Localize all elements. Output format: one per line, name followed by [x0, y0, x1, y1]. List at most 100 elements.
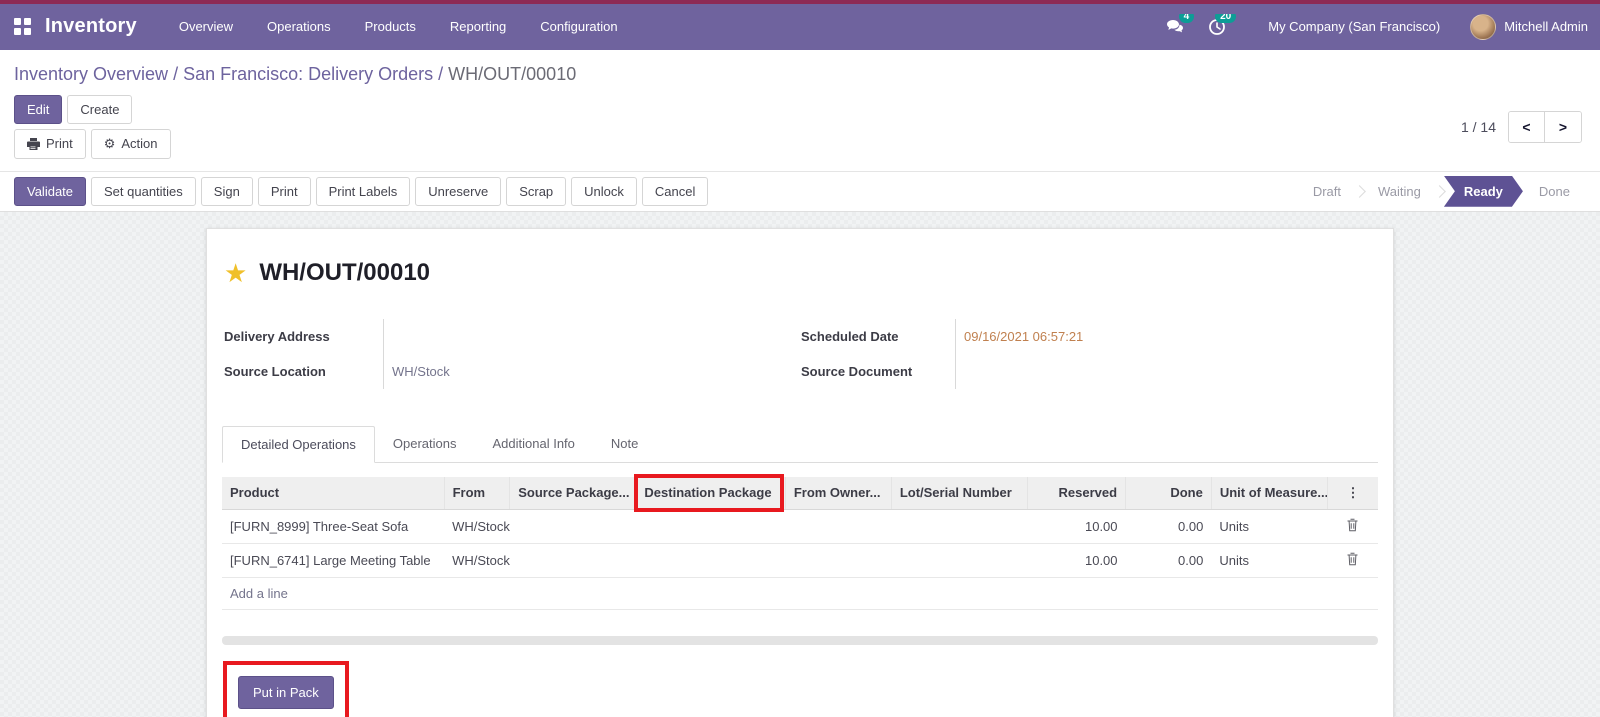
table-header-row: Product From Source Package... Destinati… [222, 473, 1378, 512]
sign-button[interactable]: Sign [200, 176, 253, 206]
stage-ready[interactable]: Ready [1444, 176, 1523, 207]
printer-icon [27, 137, 40, 150]
pager-previous-button[interactable]: < [1509, 111, 1545, 142]
tab-operations[interactable]: Operations [375, 426, 475, 463]
menu-overview[interactable]: Overview [165, 11, 247, 42]
cell-lot-serial[interactable] [891, 543, 1028, 578]
cell-done[interactable]: 0.00 [1125, 543, 1212, 578]
menu-configuration[interactable]: Configuration [526, 11, 631, 42]
activities-button[interactable]: 20 [1200, 13, 1237, 40]
tab-note[interactable]: Note [593, 426, 656, 463]
column-header-from[interactable]: From [444, 476, 511, 510]
breadcrumb-inventory-overview[interactable]: Inventory Overview [14, 64, 168, 84]
field-label-delivery-address: Delivery Address [224, 318, 384, 354]
cell-reserved[interactable]: 10.00 [1027, 543, 1126, 578]
table-row[interactable]: [FURN_6741] Large Meeting Table WH/Stock… [222, 543, 1378, 578]
control-panel: Inventory Overview / San Francisco: Delive… [0, 49, 1600, 159]
messages-button[interactable]: 4 [1158, 13, 1195, 40]
cell-product[interactable]: [FURN_8999] Three-Seat Sofa [222, 509, 445, 544]
apps-menu-icon[interactable] [14, 18, 31, 36]
menu-reporting[interactable]: Reporting [436, 11, 520, 42]
cell-lot-serial[interactable] [891, 509, 1028, 544]
statusbar: Validate Set quantities Sign Print Print… [0, 170, 1600, 212]
print-labels-button[interactable]: Print Labels [315, 176, 411, 206]
print-menu-button[interactable]: Print [14, 128, 86, 159]
trash-icon[interactable] [1346, 518, 1359, 532]
cell-uom[interactable]: Units [1211, 543, 1328, 578]
field-label-scheduled-date: Scheduled Date [801, 318, 956, 354]
cell-from[interactable]: WH/Stock [444, 543, 510, 578]
user-avatar[interactable] [1470, 13, 1497, 40]
trash-icon[interactable] [1346, 552, 1359, 566]
put-in-pack-button[interactable]: Put in Pack [238, 675, 334, 709]
menu-products[interactable]: Products [351, 11, 430, 42]
messages-badge: 4 [1178, 13, 1195, 23]
column-header-product[interactable]: Product [222, 476, 445, 510]
cell-product[interactable]: [FURN_6741] Large Meeting Table [222, 543, 445, 578]
field-value-scheduled-date[interactable]: 09/16/2021 06:57:21 [956, 329, 1083, 344]
cell-from-owner[interactable] [785, 509, 892, 544]
validate-button[interactable]: Validate [14, 176, 87, 206]
cell-source-package[interactable] [509, 509, 636, 544]
breadcrumb: Inventory Overview / San Francisco: Delive… [14, 60, 1586, 95]
add-line-row: Add a line [222, 577, 1378, 610]
chevron-right-icon: > [1558, 118, 1568, 135]
breadcrumb-delivery-orders[interactable]: San Francisco: Delivery Orders [183, 64, 433, 84]
stage-waiting[interactable]: Waiting [1368, 178, 1431, 205]
cell-destination-package[interactable] [635, 543, 786, 578]
field-label-source-document: Source Document [801, 353, 956, 389]
menu-operations[interactable]: Operations [253, 11, 345, 42]
cell-from-owner[interactable] [785, 543, 892, 578]
horizontal-scrollbar[interactable] [222, 635, 1378, 645]
activities-badge: 20 [1215, 13, 1237, 23]
print-button[interactable]: Print [257, 176, 311, 206]
notebook-tabs: Detailed Operations Operations Additiona… [222, 425, 1378, 463]
favorite-star-icon[interactable]: ★ [224, 260, 247, 286]
pager: 1 / 14 < > [1461, 110, 1586, 143]
stage-draft[interactable]: Draft [1303, 178, 1351, 205]
column-header-source-package[interactable]: Source Package... [509, 476, 637, 510]
user-menu[interactable]: Mitchell Admin [1504, 19, 1588, 34]
cell-done[interactable]: 0.00 [1125, 509, 1212, 544]
cancel-button[interactable]: Cancel [641, 176, 709, 206]
field-groups: Delivery Address Source Location WH/Stoc… [222, 313, 1378, 409]
column-header-reserved[interactable]: Reserved [1027, 476, 1127, 510]
field-label-source-location: Source Location [224, 353, 384, 389]
column-header-from-owner[interactable]: From Owner... [785, 476, 892, 510]
column-header-lot-serial[interactable]: Lot/Serial Number [891, 476, 1029, 510]
stage-done[interactable]: Done [1529, 178, 1580, 205]
cell-destination-package[interactable] [635, 509, 786, 544]
cell-reserved[interactable]: 10.00 [1027, 509, 1126, 544]
edit-button[interactable]: Edit [14, 94, 63, 124]
action-menu-button[interactable]: ⚙ Action [90, 128, 171, 159]
form-view-background: ★ WH/OUT/00010 Delivery Address Source L… [0, 211, 1600, 717]
create-button[interactable]: Create [67, 94, 133, 124]
app-menu: Overview Operations Products Reporting C… [165, 11, 632, 42]
set-quantities-button[interactable]: Set quantities [91, 176, 196, 206]
unreserve-button[interactable]: Unreserve [415, 176, 502, 206]
cell-uom[interactable]: Units [1211, 509, 1328, 544]
stage-separator-icon [1433, 184, 1446, 198]
annotation-red-box: Put in Pack [223, 660, 349, 717]
add-a-line-link[interactable]: Add a line [222, 577, 1378, 610]
column-header-uom[interactable]: Unit of Measure... [1211, 476, 1328, 510]
column-header-done[interactable]: Done [1125, 476, 1212, 510]
company-switcher[interactable]: My Company (San Francisco) [1268, 19, 1440, 34]
table-row[interactable]: [FURN_8999] Three-Seat Sofa WH/Stock 10.… [222, 509, 1378, 544]
unlock-button[interactable]: Unlock [571, 176, 637, 206]
tab-detailed-operations[interactable]: Detailed Operations [222, 425, 375, 463]
column-header-destination-package[interactable]: Destination Package [634, 473, 786, 512]
breadcrumb-separator: / [438, 63, 444, 84]
tab-additional-info[interactable]: Additional Info [475, 426, 593, 463]
form-sheet: ★ WH/OUT/00010 Delivery Address Source L… [206, 227, 1394, 717]
pager-next-button[interactable]: > [1545, 111, 1581, 142]
field-value-source-location[interactable]: WH/Stock [384, 364, 450, 379]
cell-source-package[interactable] [509, 543, 636, 578]
optional-columns-toggle[interactable]: ⋮ [1327, 476, 1378, 510]
chevron-left-icon: < [1522, 118, 1531, 135]
scrap-button[interactable]: Scrap [506, 176, 567, 206]
top-navbar: Inventory Overview Operations Products R… [0, 3, 1600, 50]
app-name[interactable]: Inventory [45, 15, 137, 38]
cell-from[interactable]: WH/Stock [444, 509, 510, 544]
operations-table: Product From Source Package... Destinati… [222, 473, 1378, 610]
